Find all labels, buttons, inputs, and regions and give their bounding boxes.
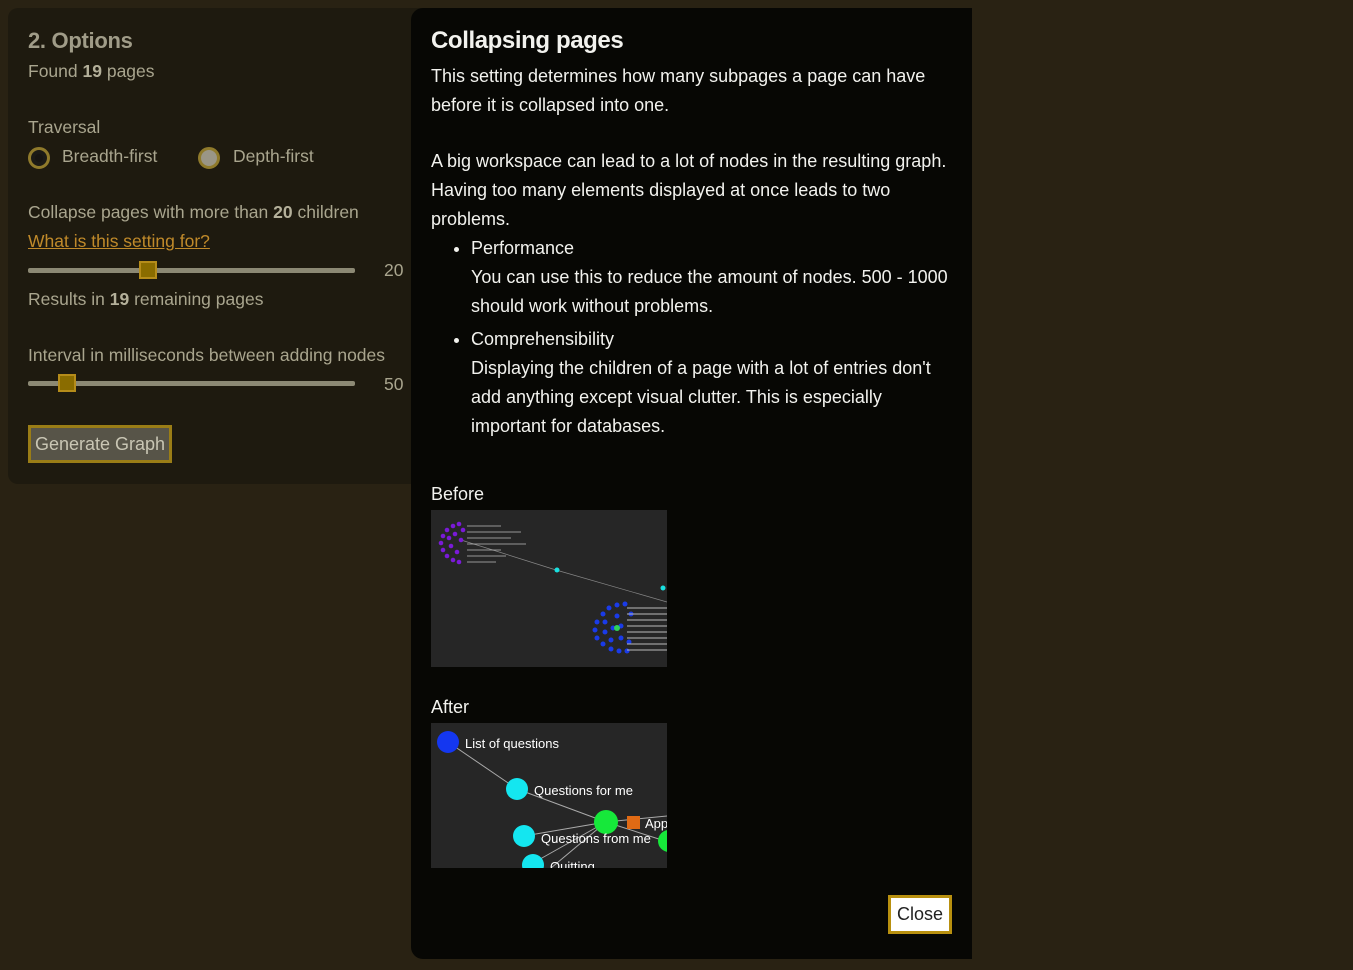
modal-title: Collapsing pages [431,27,624,54]
close-button[interactable]: Close [888,895,952,934]
after-label: After [431,697,470,717]
before-label: Before [431,484,485,504]
interval-slider-track[interactable] [28,381,355,386]
after-node-label: Questions for me [534,783,633,798]
after-node-label: App [645,816,667,831]
interval-slider-thumb[interactable] [58,374,76,392]
radio-depth-first-label[interactable]: Depth-first [233,146,314,167]
list-item: Comprehensibility Displaying the childre… [471,325,951,441]
traversal-label: Traversal [28,117,101,137]
collapse-slider-track[interactable] [28,268,355,273]
modal-content: Collapsing pages This setting determines… [431,26,951,445]
interval-label: Interval in milliseconds between adding … [28,345,386,365]
problem-list: Performance You can use this to reduce t… [431,234,951,441]
found-pages-text: Found 19 pages [28,61,155,81]
results-text: Results in 19 remaining pages [28,289,264,309]
collapse-setting-text: Collapse pages with more than 20 childre… [28,202,359,222]
list-item-heading: Comprehensibility [471,329,615,349]
options-title: 2. Options [28,28,133,53]
modal-paragraph: A big workspace can lead to a lot of nod… [431,151,947,229]
radio-breadth-first-label[interactable]: Breadth-first [62,146,157,167]
help-link[interactable]: What is this setting for? [28,231,210,252]
list-item-text: Displaying the children of a page with a… [471,358,931,436]
after-node-label: Quitting [550,859,595,868]
list-item-heading: Performance [471,238,575,258]
collapse-slider-value: 20 [384,260,404,280]
after-graph-image: List of questions Questions for me Quest… [431,723,667,868]
options-panel: 2. Options Found 19 pages Traversal Brea… [8,8,448,484]
list-item: Performance You can use this to reduce t… [471,234,951,321]
before-graph-image [431,510,667,667]
generate-graph-button[interactable]: Generate Graph [28,425,172,463]
radio-depth-first[interactable] [198,147,220,169]
after-node-label: List of questions [465,736,559,751]
after-node-label: Questions from me [541,831,651,846]
help-modal: Collapsing pages This setting determines… [411,8,972,959]
radio-breadth-first[interactable] [28,147,50,169]
collapse-slider-thumb[interactable] [139,261,157,279]
list-item-text: You can use this to reduce the amount of… [471,267,948,316]
modal-intro: This setting determines how many subpage… [431,66,926,115]
interval-slider-value: 50 [384,374,404,394]
